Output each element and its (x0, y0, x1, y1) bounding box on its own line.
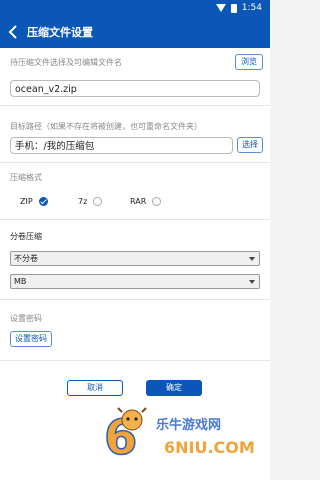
divider (0, 299, 270, 300)
cow-logo-icon: 6 (103, 407, 147, 460)
chevron-down-icon (249, 257, 255, 261)
file-label: 待压缩文件选择及可编辑文件名 (10, 58, 122, 67)
split-select[interactable]: 不分卷 (10, 251, 260, 266)
split-select-value: 不分卷 (14, 254, 38, 263)
status-time: 1:54 (241, 3, 262, 13)
select-path-button[interactable]: 选择 (237, 137, 263, 153)
battery-icon (230, 3, 237, 13)
format-option-7z[interactable]: 7z (78, 194, 103, 208)
browse-button[interactable]: 浏览 (235, 54, 263, 70)
watermark-line2: 6NIU.COM (164, 438, 255, 457)
format-label: 压缩格式 (10, 173, 42, 182)
chevron-down-icon (249, 280, 255, 284)
format-option-label: 7z (78, 196, 88, 206)
back-arrow-icon[interactable] (4, 23, 22, 41)
format-option-rar[interactable]: RAR (130, 194, 162, 208)
format-option-label: ZIP (20, 196, 33, 206)
radio-icon[interactable] (93, 196, 103, 206)
watermark: 6 乐牛游戏网 6NIU.COM (102, 404, 262, 468)
radio-icon[interactable] (152, 196, 162, 206)
target-path-field[interactable]: 手机：/我的压缩包 (10, 137, 233, 154)
set-password-button[interactable]: 设置密码 (10, 331, 52, 347)
divider (0, 219, 270, 220)
wifi-icon (215, 4, 226, 12)
status-bar: 1:54 (0, 0, 270, 16)
page-title: 压缩文件设置 (27, 26, 93, 39)
format-option-label: RAR (130, 196, 147, 206)
radio-checked-icon[interactable] (38, 196, 48, 206)
split-unit-value: MB (14, 277, 27, 286)
divider (0, 360, 270, 361)
ok-button[interactable]: 确定 (146, 380, 202, 396)
format-option-zip[interactable]: ZIP (20, 194, 48, 208)
target-path-label: 目标路径（如果不存在将被创建，也可重命名文件夹） (10, 122, 202, 131)
divider (0, 162, 270, 163)
split-unit-select[interactable]: MB (10, 274, 260, 289)
app-bar: 压缩文件设置 (0, 16, 270, 48)
cancel-button[interactable]: 取消 (67, 380, 123, 396)
format-radio-group: ZIP 7z RAR (10, 194, 260, 208)
filename-field[interactable]: ocean_v2.zip (10, 80, 260, 97)
password-label: 设置密码 (10, 314, 42, 323)
status-icons: 1:54 (215, 3, 262, 13)
watermark-line1: 乐牛游戏网 (156, 418, 222, 433)
split-label: 分卷压缩 (10, 232, 42, 241)
divider (0, 105, 270, 106)
